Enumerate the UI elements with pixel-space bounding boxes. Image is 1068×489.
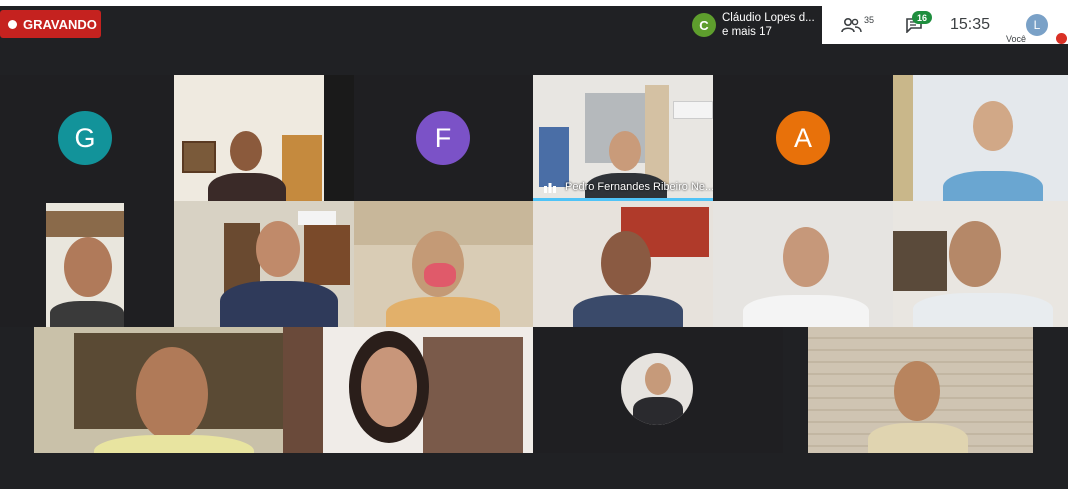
air-conditioner: [298, 211, 336, 225]
participants-count: 35: [864, 15, 875, 25]
audio-level-icon: [544, 183, 556, 193]
recording-label: GRAVANDO: [23, 16, 97, 32]
tile-participant-a[interactable]: A: [713, 75, 893, 201]
self-view-button[interactable]: L: [1022, 6, 1052, 44]
self-avatar: L: [1026, 14, 1048, 36]
meeting-toolbar: 35 16 15:35 L Você: [822, 6, 1068, 44]
tile-video-woman-4[interactable]: [808, 327, 1033, 453]
profile-photo: [621, 353, 693, 425]
flag: [539, 127, 569, 187]
bookshelf: [423, 337, 523, 453]
tile-video-man-4[interactable]: [893, 201, 1068, 327]
avatar-f: F: [416, 111, 470, 165]
presenter-chip[interactable]: C Cláudio Lopes d... e mais 17: [686, 6, 819, 44]
record-dot-icon: [8, 19, 17, 29]
shelf: [893, 231, 947, 291]
tile-video-man-2[interactable]: [174, 201, 354, 327]
clock: 15:35: [949, 16, 991, 33]
bookshelf: [283, 327, 323, 453]
presenter-more: e mais 17: [722, 26, 772, 38]
mic-off-icon: [1056, 33, 1067, 44]
door: [282, 135, 322, 201]
tile-participant-g[interactable]: G: [0, 75, 174, 201]
presenter-avatar: C: [692, 13, 716, 37]
chat-badge: 16: [912, 11, 932, 24]
bookshelf: [46, 211, 124, 237]
participant-name-pedro: Pedro Fernandes Ribeiro Ne...: [565, 181, 713, 193]
air-conditioner: [673, 101, 713, 119]
curtain: [645, 85, 669, 185]
avatar-g: G: [58, 111, 112, 165]
tile-video-man-1[interactable]: [893, 75, 1068, 201]
chat-button[interactable]: 16: [894, 6, 934, 44]
tile-video-woman-1[interactable]: [174, 75, 354, 201]
participants-button[interactable]: 35: [832, 6, 875, 44]
tile-video-man-3[interactable]: [713, 201, 893, 327]
tile-participant-photo[interactable]: [533, 327, 783, 453]
tile-video-woman-3[interactable]: [283, 327, 533, 453]
tile-video-man-glasses-1[interactable]: [0, 201, 174, 327]
window-shutter: [304, 225, 350, 285]
tile-video-woman-mask[interactable]: [354, 201, 533, 327]
tile-participant-f[interactable]: F: [354, 75, 533, 201]
presenter-name: Cláudio Lopes d...: [722, 12, 815, 24]
tile-video-man-glasses-2[interactable]: [34, 327, 283, 453]
face-mask: [424, 263, 456, 287]
self-label: Você: [1006, 34, 1027, 44]
tile-video-woman-2[interactable]: [533, 201, 713, 327]
people-icon: [841, 17, 862, 33]
avatar-a: A: [776, 111, 830, 165]
recording-indicator: GRAVANDO: [0, 10, 101, 38]
picture-frame: [182, 141, 216, 173]
tile-video-pedro[interactable]: Pedro Fernandes Ribeiro Ne...: [533, 75, 713, 201]
